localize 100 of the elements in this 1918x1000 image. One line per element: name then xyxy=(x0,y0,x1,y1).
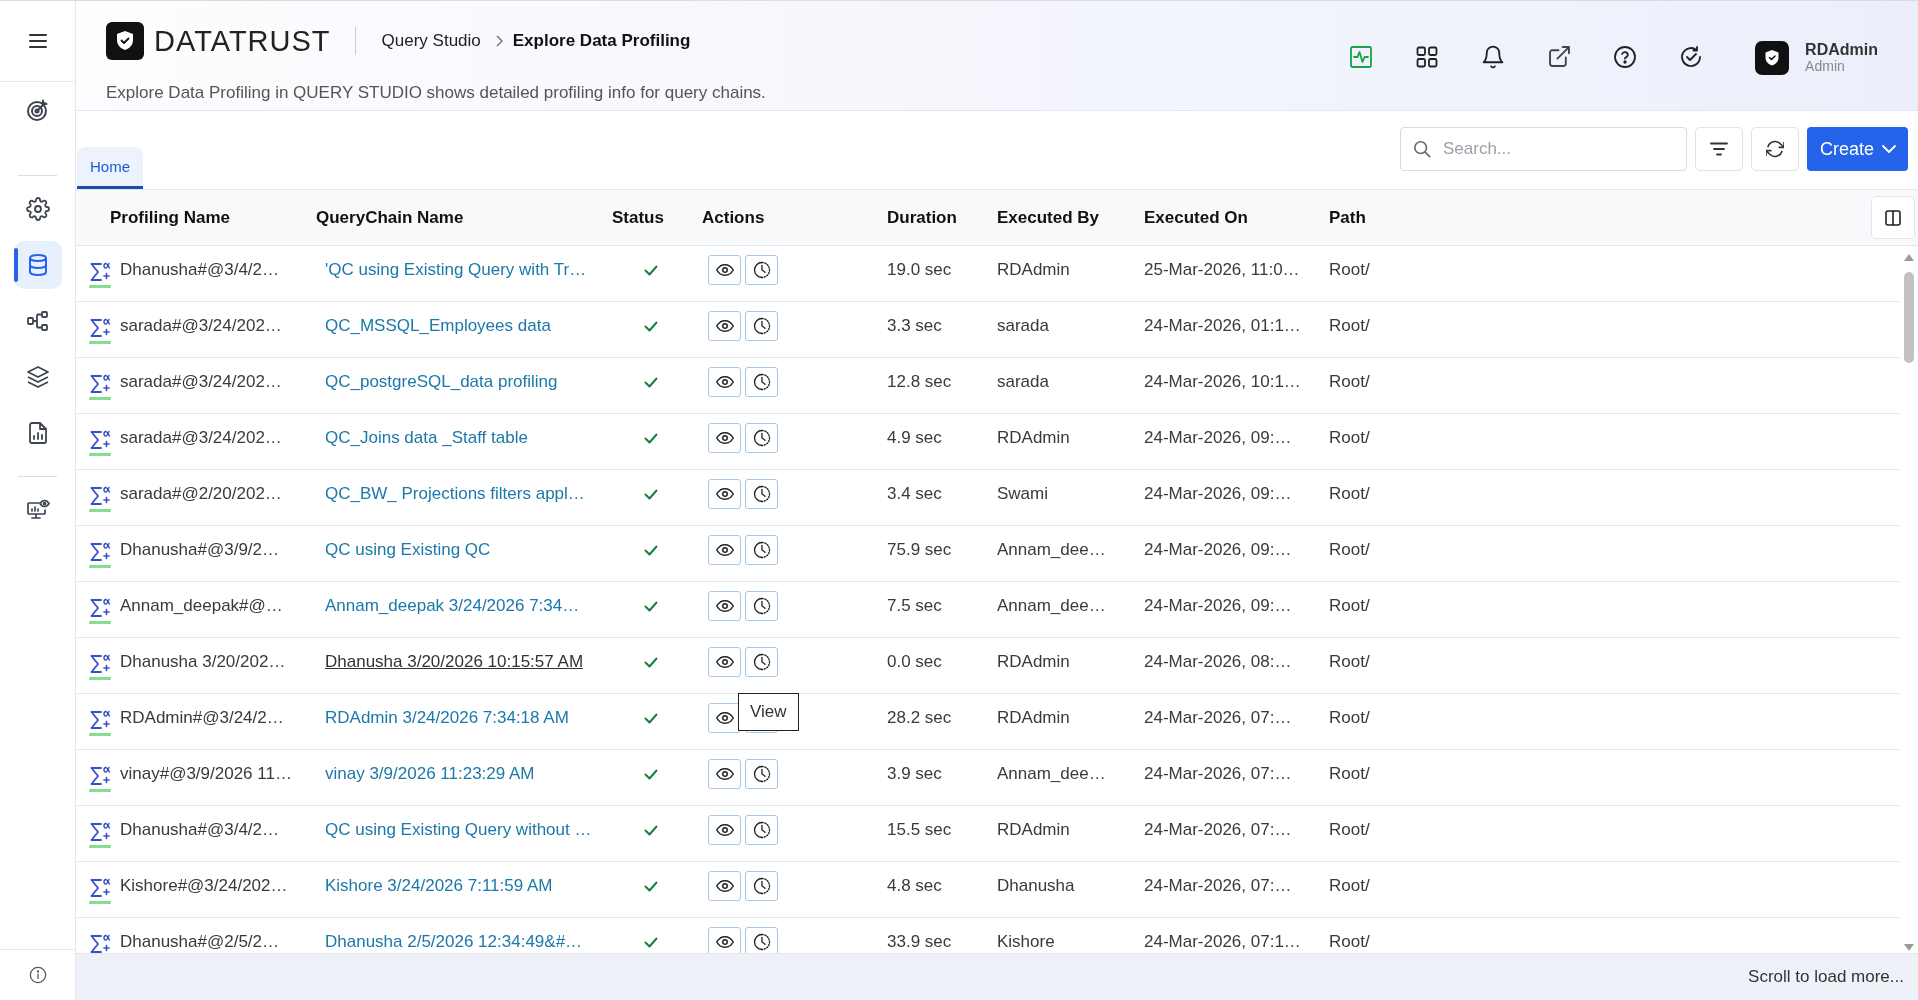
scroll-down-icon[interactable] xyxy=(1904,944,1914,951)
filter-button[interactable] xyxy=(1694,127,1743,171)
executed-by: RDAdmin xyxy=(997,652,1070,672)
querychain-link[interactable]: Dhanusha 3/20/2026 10:15:57 AM xyxy=(325,652,584,672)
eye-icon xyxy=(715,824,734,836)
view-button[interactable] xyxy=(708,647,741,677)
querychain-link[interactable]: QC using Existing QC xyxy=(325,540,491,560)
tooltip: View xyxy=(738,693,799,731)
history-button[interactable] xyxy=(745,647,778,677)
profiling-name: Dhanusha#@3/9/2… xyxy=(120,540,280,560)
history-button[interactable] xyxy=(745,367,778,397)
external-link-icon xyxy=(1548,46,1570,67)
eye-icon xyxy=(715,600,734,612)
scroll-up-icon[interactable] xyxy=(1904,254,1914,261)
querychain-link[interactable]: RDAdmin 3/24/2026 7:34:18 AM xyxy=(325,708,569,728)
duration: 12.8 sec xyxy=(887,372,952,392)
history-button[interactable] xyxy=(745,311,778,341)
clock-icon xyxy=(752,373,771,391)
refresh-icon xyxy=(1765,140,1784,158)
monitor-eye-icon xyxy=(25,498,50,522)
querychain-link[interactable]: QC_postgreSQL_data profiling xyxy=(325,372,558,392)
executed-on: 25-Mar-2026, 11:0… xyxy=(1144,260,1300,280)
querychain-link[interactable]: 'QC using Existing Query with Tr… xyxy=(325,260,587,280)
view-button[interactable] xyxy=(708,311,741,341)
split-panel-icon xyxy=(1885,209,1901,226)
folder-path-text: Root/ xyxy=(1329,428,1370,448)
view-button[interactable] xyxy=(708,871,741,901)
profiling-name: Dhanusha#@3/4/2… xyxy=(120,260,280,280)
executed-on: 24-Mar-2026, 07:1… xyxy=(1144,932,1301,952)
nav-button[interactable] xyxy=(13,241,62,289)
executed-by: Annam_dee… xyxy=(997,596,1106,616)
view-button[interactable] xyxy=(708,591,741,621)
duration: 4.8 sec xyxy=(887,876,942,896)
columns-button[interactable] xyxy=(1871,196,1915,239)
sigma-profile-icon xyxy=(89,764,111,792)
duration: 28.2 sec xyxy=(887,708,952,728)
querychain-link[interactable]: QC_BW_ Projections filters appl… xyxy=(325,484,585,504)
view-button[interactable] xyxy=(708,479,741,509)
clock-icon xyxy=(752,317,771,335)
duration: 0.0 sec xyxy=(887,652,942,672)
user-role: Admin xyxy=(1805,58,1846,74)
view-button[interactable] xyxy=(708,367,741,397)
history-button[interactable] xyxy=(745,423,778,453)
column-header: Executed By xyxy=(997,207,1101,228)
settings-icon xyxy=(25,197,50,221)
querychain-link[interactable]: Kishore 3/24/2026 7:11:59 AM xyxy=(325,876,553,896)
executed-by: Dhanusha xyxy=(997,876,1075,896)
page-description: Explore Data Profiling in QUERY STUDIO shows detailed profiling info for query chains. xyxy=(106,83,766,103)
load-more-text: Scroll to load more... xyxy=(1748,967,1904,987)
eye-icon xyxy=(715,768,734,780)
executed-by: RDAdmin xyxy=(997,820,1070,840)
history-button[interactable] xyxy=(745,479,778,509)
history-button[interactable] xyxy=(745,759,778,789)
history-button[interactable] xyxy=(745,255,778,285)
grid-icon xyxy=(1416,45,1439,68)
executed-on: 24-Mar-2026, 07:… xyxy=(1144,708,1292,728)
history-button[interactable] xyxy=(745,815,778,845)
view-button[interactable] xyxy=(708,815,741,845)
tab[interactable]: Home xyxy=(77,147,143,189)
folder-path-text: Root/ xyxy=(1329,596,1370,616)
nodes-icon xyxy=(25,309,50,333)
history-button[interactable] xyxy=(745,927,778,953)
profiling-name: RDAdmin#@3/24/2… xyxy=(120,708,284,728)
folder-path-text: Root/ xyxy=(1329,316,1370,336)
view-button[interactable] xyxy=(708,759,741,789)
view-button[interactable] xyxy=(708,535,741,565)
querychain-link[interactable]: QC_MSSQL_Employees data xyxy=(325,316,551,336)
history-button[interactable] xyxy=(745,871,778,901)
querychain-link[interactable]: QC using Existing Query without … xyxy=(325,820,592,840)
sigma-profile-icon xyxy=(89,372,111,400)
executed-by: RDAdmin xyxy=(997,260,1070,280)
breadcrumb-link[interactable]: Query Studio xyxy=(381,31,481,51)
executed-by: RDAdmin xyxy=(997,428,1070,448)
view-button[interactable] xyxy=(708,927,741,953)
column-header: Profiling Name xyxy=(109,207,231,228)
querychain-link[interactable]: Annam_deepak 3/24/2026 7:34… xyxy=(325,596,580,616)
executed-on: 24-Mar-2026, 09:… xyxy=(1144,484,1292,504)
view-button[interactable] xyxy=(708,423,741,453)
eye-icon xyxy=(715,656,734,668)
duration: 7.5 sec xyxy=(887,596,942,616)
create-button[interactable]: Create xyxy=(1806,127,1908,171)
clock-icon xyxy=(752,429,771,447)
logo-text: DATATRUST xyxy=(154,26,331,56)
profiling-name: sarada#@3/24/202… xyxy=(120,372,282,392)
eye-icon xyxy=(715,712,734,724)
sigma-profile-icon xyxy=(89,820,111,848)
profiling-name: Kishore#@3/24/202… xyxy=(120,876,288,896)
sigma-profile-icon xyxy=(89,876,111,904)
history-button[interactable] xyxy=(745,591,778,621)
history-button[interactable] xyxy=(745,535,778,565)
view-button[interactable] xyxy=(708,255,741,285)
querychain-link[interactable]: vinay 3/9/2026 11:23:29 AM xyxy=(325,764,535,784)
sigma-profile-icon xyxy=(89,652,111,680)
search-field[interactable]: Search... xyxy=(1399,127,1687,171)
scrollbar-thumb[interactable] xyxy=(1904,272,1914,363)
querychain-link[interactable]: Dhanusha 2/5/2026 12:34:49&#… xyxy=(325,932,583,952)
refresh-button[interactable] xyxy=(1750,127,1799,171)
chevron-right-icon xyxy=(494,35,503,47)
querychain-link[interactable]: QC_Joins data _Staff table xyxy=(325,428,528,448)
duration: 3.4 sec xyxy=(887,484,942,504)
